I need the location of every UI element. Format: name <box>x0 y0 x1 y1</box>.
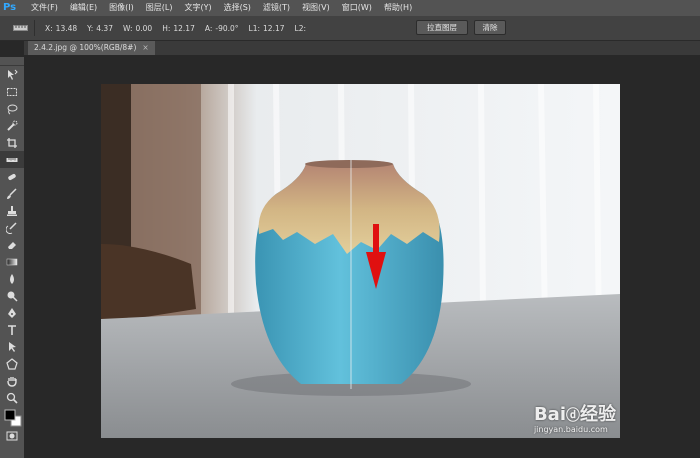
menu-filter[interactable]: 滤镜(T) <box>257 0 296 16</box>
zoom-icon <box>6 392 18 404</box>
tool-preset-picker[interactable] <box>8 20 35 36</box>
option-l1-value: 12.17 <box>263 23 285 33</box>
option-angle-value: -90.0° <box>215 23 239 33</box>
quick-select-icon <box>7 120 18 131</box>
document-tab-bar: 2.4.2.jpg @ 100%(RGB/8#) × <box>24 41 700 55</box>
pen-tool[interactable] <box>0 304 24 321</box>
hand-tool[interactable] <box>0 372 24 389</box>
brush-icon <box>7 187 17 199</box>
close-tab-icon[interactable]: × <box>142 43 148 52</box>
foreground-color-swatch <box>4 409 16 421</box>
option-angle: A: -90.0° <box>204 23 239 33</box>
menu-edit[interactable]: 编辑(E) <box>64 0 103 16</box>
ruler-tool[interactable] <box>0 151 24 168</box>
menu-image[interactable]: 图像(I) <box>103 0 140 16</box>
move-icon <box>8 69 18 80</box>
baidu-watermark: Baiⓓ经验 jingyan.baidu.com <box>533 404 616 435</box>
option-x: X: 13.48 <box>45 23 78 33</box>
path-select-icon <box>9 341 16 352</box>
healing-tool[interactable] <box>0 168 24 185</box>
tools-panel <box>0 57 24 458</box>
stamp-icon <box>7 205 17 216</box>
quick-mask-button[interactable] <box>0 427 24 444</box>
color-swatches[interactable] <box>3 407 23 429</box>
marquee-icon <box>7 87 17 96</box>
straighten-layer-button[interactable]: 拉直图层 <box>416 20 468 35</box>
ruler-icon <box>13 25 28 31</box>
vase-photo <box>101 84 620 438</box>
eraser-tool[interactable] <box>0 236 24 253</box>
type-icon <box>8 324 16 335</box>
history-brush-tool[interactable] <box>0 219 24 236</box>
eraser-icon <box>8 241 16 249</box>
zoom-tool[interactable] <box>0 389 24 406</box>
ruler-icon <box>6 157 18 162</box>
menu-type[interactable]: 文字(Y) <box>178 0 217 16</box>
blur-icon <box>10 273 14 284</box>
option-y-value: 4.37 <box>96 23 113 33</box>
quick-mask-icon <box>6 431 18 440</box>
history-brush-icon <box>6 221 17 234</box>
tools-panel-grip[interactable] <box>0 57 24 66</box>
path-select-tool[interactable] <box>0 338 24 355</box>
type-tool[interactable] <box>0 321 24 338</box>
menu-bar: Ps 文件(F) 编辑(E) 图像(I) 图层(L) 文字(Y) 选择(S) 滤… <box>0 0 700 16</box>
crop-tool[interactable] <box>0 134 24 151</box>
blur-tool[interactable] <box>0 270 24 287</box>
crop-icon <box>7 137 17 148</box>
hand-icon <box>7 376 17 387</box>
photoshop-logo: Ps <box>3 2 17 13</box>
option-w: W: 0.00 <box>122 23 153 33</box>
option-y: Y: 4.37 <box>87 23 113 33</box>
quick-select-tool[interactable] <box>0 117 24 134</box>
dodge-icon <box>7 291 18 302</box>
clear-button[interactable]: 清除 <box>474 20 506 35</box>
option-l2: L2: <box>294 23 306 33</box>
document-tab[interactable]: 2.4.2.jpg @ 100%(RGB/8#) × <box>28 41 155 55</box>
document-canvas[interactable]: Baiⓓ经验 jingyan.baidu.com <box>101 84 620 438</box>
document-tab-label: 2.4.2.jpg @ 100%(RGB/8#) <box>34 43 137 52</box>
option-l1: L1: 12.17 <box>248 23 285 33</box>
menu-view[interactable]: 视图(V) <box>296 0 336 16</box>
gradient-tool[interactable] <box>0 253 24 270</box>
pen-icon <box>8 307 16 318</box>
move-tool[interactable] <box>0 66 24 83</box>
dodge-tool[interactable] <box>0 287 24 304</box>
healing-icon <box>8 173 16 180</box>
brush-tool[interactable] <box>0 185 24 202</box>
option-w-value: 0.00 <box>135 23 153 33</box>
option-h-value: 12.17 <box>173 23 195 33</box>
menu-layer[interactable]: 图层(L) <box>140 0 179 16</box>
lasso-tool[interactable] <box>0 100 24 117</box>
stamp-tool[interactable] <box>0 202 24 219</box>
shape-icon <box>6 357 18 370</box>
lasso-icon <box>7 104 18 114</box>
marquee-tool[interactable] <box>0 83 24 100</box>
shape-tool[interactable] <box>0 355 24 372</box>
options-bar: X: 13.48 Y: 4.37 W: 0.00 H: 12.17 A: -90.0° L… <box>0 16 700 41</box>
menu-select[interactable]: 选择(S) <box>218 0 257 16</box>
menu-window[interactable]: 窗口(W) <box>336 0 378 16</box>
menu-help[interactable]: 帮助(H) <box>378 0 418 16</box>
option-x-value: 13.48 <box>55 23 78 33</box>
option-h: H: 12.17 <box>162 23 195 33</box>
gradient-icon <box>6 258 18 265</box>
menu-file[interactable]: 文件(F) <box>25 0 64 16</box>
